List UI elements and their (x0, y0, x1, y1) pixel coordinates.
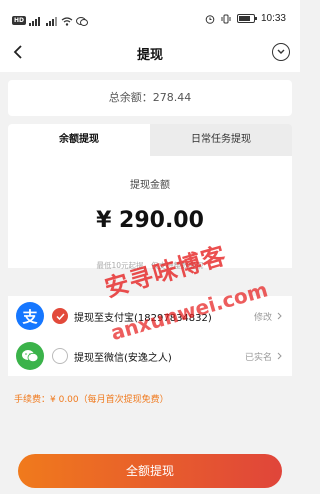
wechat-label: 提现至微信(安逸之人) (74, 352, 172, 364)
check-icon (55, 312, 65, 320)
chevron-right-icon (277, 352, 282, 360)
battery-level (238, 16, 250, 21)
nav-bar: 提现 (0, 32, 300, 72)
total-balance: 总余额：278.44 (8, 80, 292, 116)
alipay-edit[interactable]: 修改 (254, 310, 282, 323)
chevron-right-icon (277, 312, 282, 320)
alarm-icon (205, 9, 215, 28)
signal-icon-2 (46, 11, 58, 30)
battery-icon (236, 14, 257, 23)
status-bar: HD 10:33 (0, 0, 300, 32)
alipay-icon: 支 (16, 302, 44, 330)
vibrate-icon (221, 9, 231, 28)
withdraw-all-button[interactable]: 全额提现 (18, 454, 282, 488)
more-button[interactable] (272, 43, 290, 61)
alipay-radio[interactable] (52, 308, 68, 324)
chat-icon (76, 11, 89, 30)
withdraw-tabs: 余额提现 日常任务提现 (8, 124, 292, 156)
method-wechat[interactable]: 提现至微信(安逸之人) 已实名 (8, 336, 292, 376)
hd-badge: HD (12, 16, 27, 25)
fee-text: 手续费：¥ 0.00（每月首次提现免费） (14, 395, 169, 405)
wifi-icon (61, 11, 73, 30)
status-icons-left: HD (12, 11, 89, 30)
amount-card: 提现金额 ¥ 290.00 最低10元起提，仅支持整数提现 (8, 156, 292, 270)
wechat-radio[interactable] (52, 348, 68, 364)
status-icons-right: 10:33 (205, 9, 286, 28)
amount-label: 提现金额 (130, 180, 170, 191)
status-time: 10:33 (260, 13, 286, 24)
page-title: 提现 (136, 48, 163, 63)
amount-value[interactable]: ¥ 290.00 (8, 208, 292, 233)
tab-balance-withdraw[interactable]: 余额提现 (8, 124, 150, 156)
tab-daily-task-withdraw[interactable]: 日常任务提现 (150, 124, 292, 156)
chevron-down-icon (277, 49, 285, 54)
alipay-edit-label: 修改 (253, 312, 272, 323)
wechat-verified[interactable]: 已实名 (245, 350, 282, 363)
wechat-verified-label: 已实名 (244, 352, 272, 363)
withdraw-methods: 支 提现至支付宝(18297834832) 修改 提现至微信(安逸之人) 已实名 (8, 296, 292, 376)
wechat-icon (16, 342, 44, 370)
signal-icon (29, 11, 43, 30)
